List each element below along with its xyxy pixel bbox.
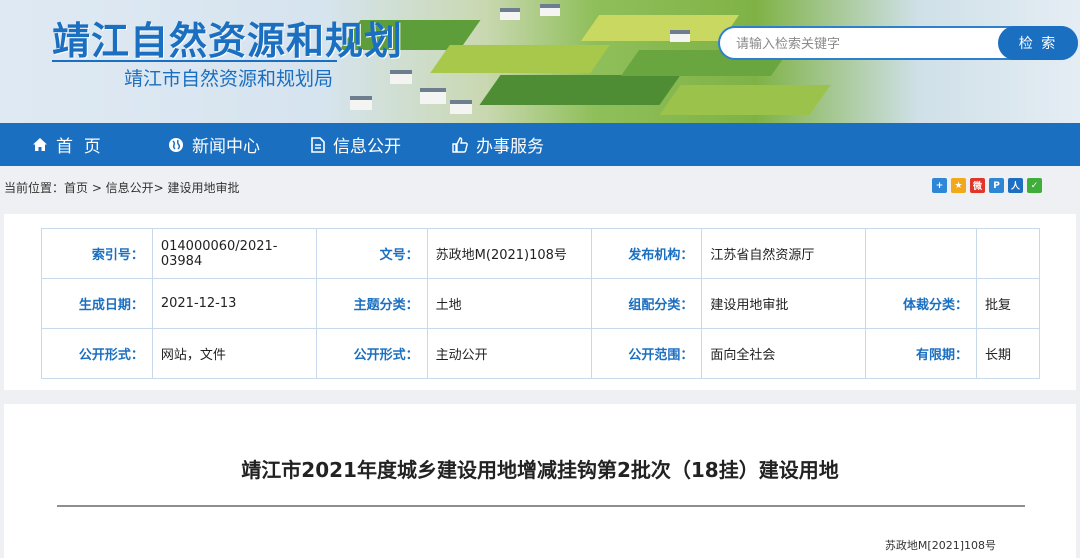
- add-share-icon[interactable]: +: [932, 178, 947, 193]
- qzone-share-icon[interactable]: ★: [951, 178, 966, 193]
- search-input[interactable]: [736, 33, 996, 55]
- topic-label: 主题分类：: [315, 278, 428, 329]
- nav-label-home: 首 页: [56, 137, 101, 157]
- genre-label: 体裁分类：: [865, 278, 977, 329]
- nav-item-news[interactable]: 新闻中心: [168, 123, 260, 166]
- form-label: 公开形式：: [41, 328, 153, 379]
- document-number: 苏政地M[2021]108号: [884, 539, 996, 552]
- group-value: 建设用地审批: [701, 278, 867, 329]
- nav-label-news: 新闻中心: [192, 137, 260, 157]
- validity-value: 长期: [975, 328, 1041, 379]
- title-divider: [57, 505, 1025, 507]
- globe-icon: [168, 137, 184, 153]
- nav-item-info[interactable]: 信息公开: [311, 123, 401, 166]
- form-value: 网站，文件: [151, 328, 317, 379]
- nav-label-services: 办事服务: [476, 137, 544, 157]
- renren-share-icon[interactable]: 人: [1008, 178, 1023, 193]
- date-value: 2021-12-13: [151, 278, 317, 329]
- share-bar: + ★ 微 P 人 ✓: [932, 178, 1042, 193]
- main-nav: 首 页 新闻中心 信息公开 办事服务: [0, 123, 1080, 166]
- group-label: 组配分类：: [590, 278, 703, 329]
- publisher-value: 江苏省自然资源厅: [701, 228, 867, 279]
- empty-cell: [865, 228, 977, 279]
- thumbs-up-icon: [452, 136, 468, 153]
- nav-item-home[interactable]: 首 页: [32, 123, 101, 166]
- article-panel: 靖江市2021年度城乡建设用地增减挂钩第2批次（18挂）建设用地 苏政地M[20…: [4, 404, 1076, 558]
- validity-label: 有限期：: [865, 328, 977, 379]
- site-subtitle: 靖江市自然资源和规划局: [124, 68, 334, 90]
- article-title: 靖江市2021年度城乡建设用地增减挂钩第2批次（18挂）建设用地: [241, 458, 839, 482]
- header-banner: 靖江自然资源和规划 靖江市自然资源和规划局 检 索: [0, 0, 1080, 123]
- mode-value: 主动公开: [426, 328, 592, 379]
- index-value: 014000060/2021-03984: [151, 228, 317, 279]
- metadata-table: 索引号： 014000060/2021-03984 文号： 苏政地M(2021)…: [41, 228, 1041, 379]
- scope-value: 面向全社会: [701, 328, 867, 379]
- table-row: 索引号： 014000060/2021-03984 文号： 苏政地M(2021)…: [41, 228, 1041, 279]
- nav-item-services[interactable]: 办事服务: [452, 123, 544, 166]
- table-row: 公开形式： 网站，文件 公开形式： 主动公开 公开范围： 面向全社会 有限期： …: [41, 328, 1041, 379]
- search-button[interactable]: 检 索: [998, 26, 1078, 60]
- home-icon: [32, 137, 48, 152]
- date-label: 生成日期：: [41, 278, 153, 329]
- nav-label-info: 信息公开: [333, 137, 401, 157]
- tencent-share-icon[interactable]: P: [989, 178, 1004, 193]
- topic-value: 土地: [426, 278, 592, 329]
- title-underline: [52, 60, 337, 62]
- mode-label: 公开形式：: [315, 328, 428, 379]
- index-label: 索引号：: [41, 228, 153, 279]
- genre-value: 批复: [975, 278, 1041, 329]
- document-icon: [311, 136, 325, 153]
- docno-label: 文号：: [315, 228, 428, 279]
- wechat-share-icon[interactable]: ✓: [1027, 178, 1042, 193]
- site-title: 靖江自然资源和规划: [52, 19, 404, 63]
- empty-cell: [975, 228, 1041, 279]
- search-box: 检 索: [718, 26, 1078, 60]
- publisher-label: 发布机构：: [590, 228, 703, 279]
- scope-label: 公开范围：: [590, 328, 703, 379]
- docno-value: 苏政地M(2021)108号: [426, 228, 592, 279]
- table-row: 生成日期： 2021-12-13 主题分类： 土地 组配分类： 建设用地审批 体…: [41, 278, 1041, 329]
- info-panel: 索引号： 014000060/2021-03984 文号： 苏政地M(2021)…: [4, 214, 1076, 390]
- weibo-share-icon[interactable]: 微: [970, 178, 985, 193]
- breadcrumb: 当前位置：首页 > 信息公开> 建设用地审批: [4, 181, 240, 195]
